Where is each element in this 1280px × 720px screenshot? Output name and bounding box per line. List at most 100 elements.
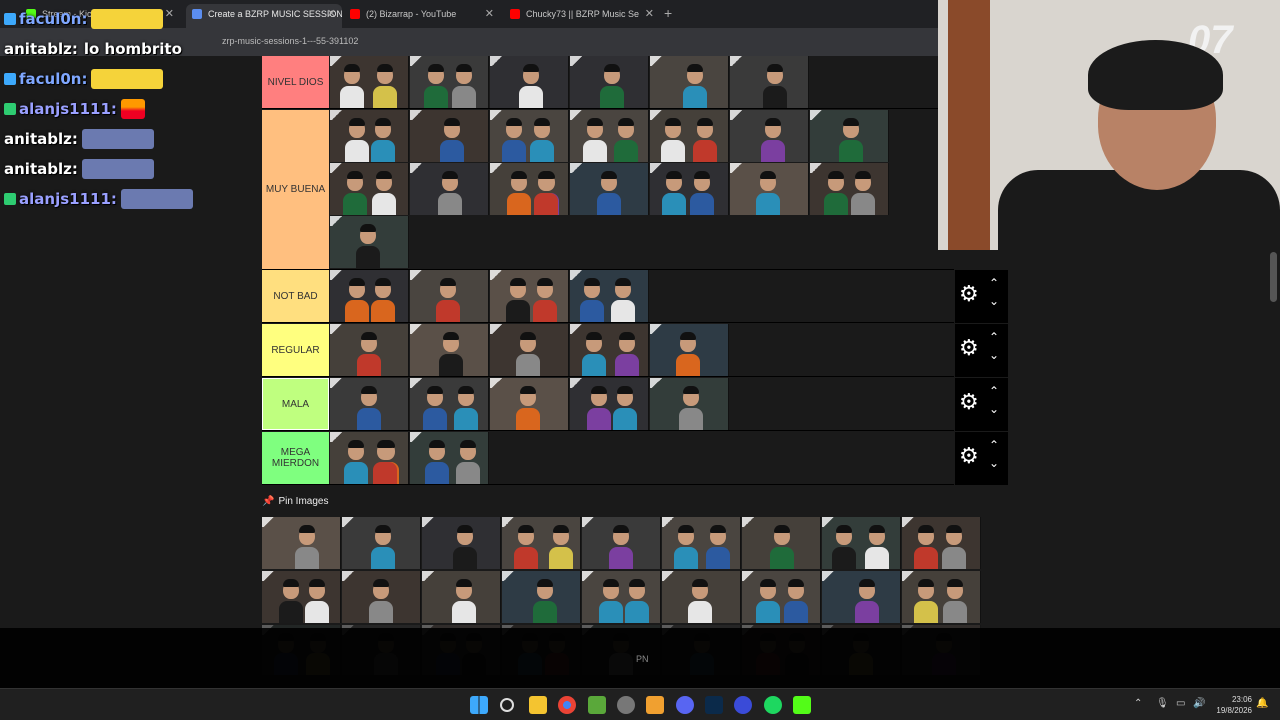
tier-item-image[interactable] xyxy=(410,432,489,484)
thumbnail-person xyxy=(357,354,381,376)
minecraft-icon[interactable] xyxy=(588,696,606,714)
tier-item-image[interactable] xyxy=(410,378,489,430)
pin-image[interactable] xyxy=(422,517,501,569)
tier-item-image[interactable] xyxy=(570,163,649,215)
gear-icon[interactable]: ⚙ xyxy=(959,337,979,359)
tier-item-image[interactable] xyxy=(410,56,489,108)
tier-item-image[interactable] xyxy=(330,432,409,484)
tier-item-image[interactable] xyxy=(330,270,409,322)
pin-image[interactable] xyxy=(342,571,421,623)
pin-image[interactable] xyxy=(262,571,341,623)
network-icon[interactable]: ▭ xyxy=(1176,698,1185,709)
pin-image[interactable] xyxy=(422,571,501,623)
pin-image[interactable] xyxy=(342,517,421,569)
close-tab-icon[interactable]: ✕ xyxy=(645,4,654,24)
move-up-icon[interactable]: ⌃ xyxy=(989,330,999,344)
tier-item-image[interactable] xyxy=(570,378,649,430)
volume-icon[interactable]: 🔊 xyxy=(1193,698,1205,709)
search-icon[interactable] xyxy=(500,698,514,712)
photoshop-icon[interactable] xyxy=(705,696,723,714)
tier-item-image[interactable] xyxy=(570,56,649,108)
tier-item-image[interactable] xyxy=(490,324,569,376)
tier-item-image[interactable] xyxy=(410,163,489,215)
tier-item-image[interactable] xyxy=(570,324,649,376)
move-up-icon[interactable]: ⌃ xyxy=(989,438,999,452)
vivaldi-icon[interactable] xyxy=(734,696,752,714)
tier-item-image[interactable] xyxy=(330,163,409,215)
tier-label[interactable]: REGULAR xyxy=(262,324,329,376)
tier-item-image[interactable] xyxy=(570,270,649,322)
pin-image[interactable] xyxy=(742,517,821,569)
tier-item-image[interactable] xyxy=(810,110,889,162)
tab-chucky73[interactable]: Chucky73 || BZRP Music Se ✕ xyxy=(504,4,660,28)
tier-item-image[interactable] xyxy=(490,56,569,108)
pin-image[interactable] xyxy=(902,517,981,569)
tier-item-image[interactable] xyxy=(810,163,889,215)
move-up-icon[interactable]: ⌃ xyxy=(989,384,999,398)
tier-item-image[interactable] xyxy=(490,378,569,430)
page-scrollbar[interactable] xyxy=(1270,252,1277,302)
tier-item-image[interactable] xyxy=(490,110,569,162)
tier-label[interactable]: MUY BUENA xyxy=(262,110,329,269)
tier-item-image[interactable] xyxy=(650,56,729,108)
tab-youtube-bizarrap[interactable]: (2) Bizarrap - YouTube ✕ xyxy=(344,4,500,28)
move-down-icon[interactable]: ⌄ xyxy=(989,348,999,362)
gear-icon[interactable]: ⚙ xyxy=(959,445,979,467)
spotify-icon[interactable] xyxy=(764,696,782,714)
chrome-icon[interactable] xyxy=(558,696,576,714)
move-down-icon[interactable]: ⌄ xyxy=(989,294,999,308)
tier-label[interactable]: MALA xyxy=(262,378,329,430)
tier-item-image[interactable] xyxy=(650,163,729,215)
tier-item-image[interactable] xyxy=(650,324,729,376)
move-up-icon[interactable]: ⌃ xyxy=(989,276,999,290)
close-tab-icon[interactable]: ✕ xyxy=(485,4,494,24)
tier-item-image[interactable] xyxy=(570,110,649,162)
file-explorer-icon[interactable] xyxy=(529,696,547,714)
system-clock[interactable]: 23:06 19/8/2026 xyxy=(1216,694,1252,716)
pin-image[interactable] xyxy=(262,517,341,569)
discord-icon[interactable] xyxy=(676,696,694,714)
notification-icon[interactable]: 🔔 xyxy=(1256,698,1268,709)
tier-item-image[interactable] xyxy=(650,110,729,162)
tier-item-image[interactable] xyxy=(330,110,409,162)
pin-image[interactable] xyxy=(822,517,901,569)
tier-label[interactable]: NOT BAD xyxy=(262,270,329,322)
tier-item-image[interactable] xyxy=(410,110,489,162)
tier-item-image[interactable] xyxy=(410,270,489,322)
pin-image[interactable] xyxy=(582,517,661,569)
tier-item-image[interactable] xyxy=(490,163,569,215)
tier-item-image[interactable] xyxy=(730,56,809,108)
pin-image[interactable] xyxy=(742,571,821,623)
tier-item-image[interactable] xyxy=(650,378,729,430)
tier-item-image[interactable] xyxy=(330,378,409,430)
microphone-icon[interactable]: 🎙 xyxy=(1156,698,1169,709)
pin-image[interactable] xyxy=(902,571,981,623)
tier-item-image[interactable] xyxy=(730,163,809,215)
new-tab-button[interactable]: + xyxy=(664,5,672,21)
tier-item-image[interactable] xyxy=(490,270,569,322)
thumbnail-cap xyxy=(767,64,783,72)
windows-start-icon[interactable] xyxy=(470,696,488,714)
pin-image[interactable] xyxy=(582,571,661,623)
tier-item-image[interactable] xyxy=(730,110,809,162)
tier-item-image[interactable] xyxy=(330,216,409,268)
gear-icon[interactable]: ⚙ xyxy=(959,283,979,305)
kick-icon[interactable] xyxy=(793,696,811,714)
pin-image[interactable] xyxy=(662,517,741,569)
tier-label[interactable]: MEGA MIERDON xyxy=(262,432,329,484)
chevron-up-icon[interactable]: ⌃ xyxy=(1134,698,1142,709)
pin-image[interactable] xyxy=(502,517,581,569)
pin-image[interactable] xyxy=(662,571,741,623)
app-icon[interactable] xyxy=(617,696,635,714)
tier-label[interactable]: NIVEL DIOS xyxy=(262,56,329,108)
tier-item-image[interactable] xyxy=(330,56,409,108)
pin-image[interactable] xyxy=(822,571,901,623)
tier-item-image[interactable] xyxy=(330,324,409,376)
close-tab-icon[interactable]: ✕ xyxy=(327,4,336,24)
gear-icon[interactable]: ⚙ xyxy=(959,391,979,413)
shield-icon[interactable] xyxy=(646,696,664,714)
move-down-icon[interactable]: ⌄ xyxy=(989,402,999,416)
move-down-icon[interactable]: ⌄ xyxy=(989,456,999,470)
tier-item-image[interactable] xyxy=(410,324,489,376)
pin-image[interactable] xyxy=(502,571,581,623)
